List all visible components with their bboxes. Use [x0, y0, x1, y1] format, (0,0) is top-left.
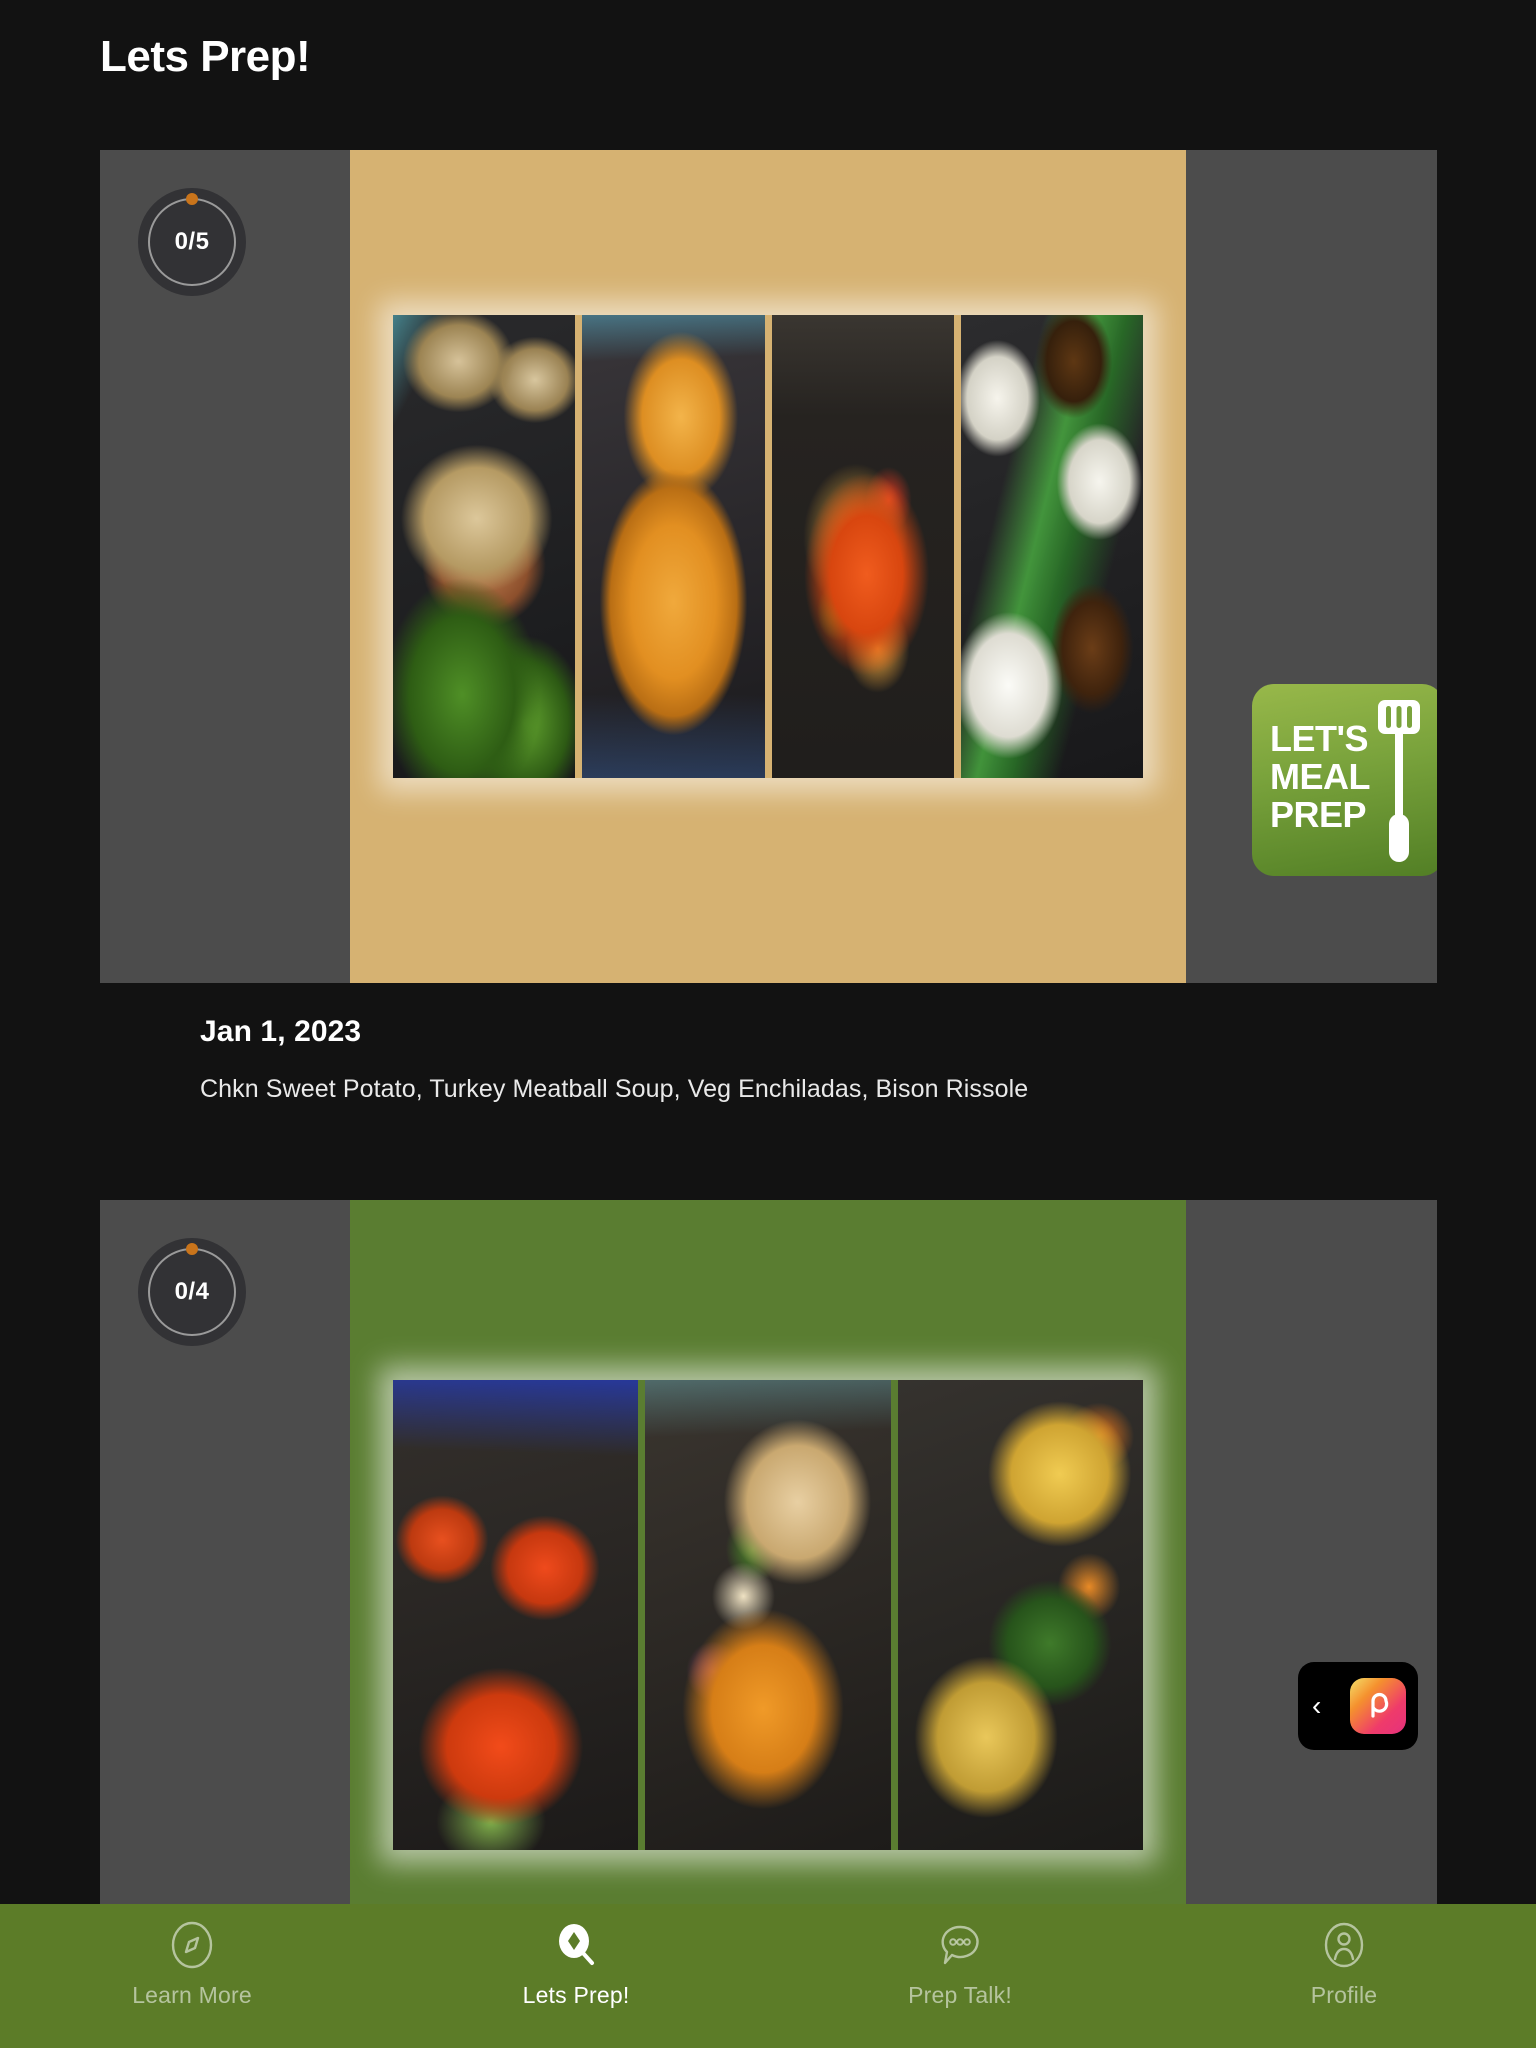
- progress-ring[interactable]: 0/5: [138, 188, 246, 296]
- card-image: [350, 1200, 1186, 1904]
- spatula-icon: [1368, 696, 1430, 871]
- progress-label: 0/4: [174, 1278, 210, 1305]
- nav-item-lets-prep[interactable]: Lets Prep!: [384, 1918, 768, 2009]
- compass-icon: [165, 1918, 219, 1972]
- nav-label: Profile: [1310, 1982, 1378, 2008]
- nav-label: Lets Prep!: [522, 1982, 630, 2008]
- bottom-navigation[interactable]: Learn More Lets Prep! Prep Talk! Profile: [0, 1904, 1536, 2048]
- card-spacer: [0, 1104, 1536, 1200]
- logo-text: LET'S MEAL PREP: [1270, 718, 1371, 835]
- collage-pane-enchiladas: [771, 315, 954, 778]
- progress-label: 0/5: [174, 228, 210, 255]
- card-media[interactable]: 0/5 LET'S MEAL PREP: [100, 150, 1437, 983]
- card-description: Chkn Sweet Potato, Turkey Meatball Soup,…: [200, 1075, 1029, 1103]
- nav-item-profile[interactable]: Profile: [1152, 1918, 1536, 2009]
- collage-pane-sweet-potato: [393, 315, 576, 778]
- floating-app-switcher[interactable]: ‹: [1298, 1662, 1418, 1750]
- collage-pane-mac-beef: [897, 1380, 1143, 1850]
- food-collage: [393, 315, 1143, 778]
- nav-item-prep-talk[interactable]: Prep Talk!: [768, 1918, 1152, 2009]
- collage-pane-zoodles-marinara: [393, 1380, 639, 1850]
- lets-meal-prep-logo: LET'S MEAL PREP: [1252, 684, 1437, 876]
- card-date: Jan 1, 2023: [200, 1015, 362, 1048]
- nav-label: Prep Talk!: [908, 1982, 1012, 2008]
- collage-pane-soup: [582, 315, 765, 778]
- nav-label: Learn More: [132, 1982, 252, 2008]
- person-icon: [1317, 1918, 1371, 1972]
- collage-pane-chicken-veggies: [645, 1380, 891, 1850]
- collage-pane-rissole: [960, 315, 1143, 778]
- meal-prep-card[interactable]: 0/5 LET'S MEAL PREP Jan 1, 2023 Chkn Swe…: [100, 150, 1437, 1104]
- card-caption: Jan 1, 2023 Chkn Sweet Potato, Turkey Me…: [200, 1015, 1437, 1104]
- meal-prep-feed[interactable]: 0/5 LET'S MEAL PREP Jan 1, 2023 Chkn Swe…: [0, 150, 1536, 1904]
- chevron-left-icon[interactable]: ‹: [1312, 1692, 1321, 1720]
- progress-ring[interactable]: 0/4: [138, 1238, 246, 1346]
- page-title: Lets Prep!: [100, 32, 311, 81]
- card-image: [350, 150, 1186, 983]
- meal-prep-card[interactable]: 0/4 LET'S: [100, 1200, 1437, 1904]
- food-collage: [393, 1380, 1143, 1850]
- pinterest-style-logo-icon[interactable]: [1350, 1678, 1406, 1734]
- nav-item-learn-more[interactable]: Learn More: [0, 1918, 384, 2009]
- chat-bubble-icon: [933, 1918, 987, 1972]
- app-root: Lets Prep! 0/5 LET'S MEAL PREP Jan 1, 20…: [0, 0, 1536, 2048]
- search-diamond-icon: [549, 1918, 603, 1972]
- card-media[interactable]: 0/4 LET'S: [100, 1200, 1437, 1904]
